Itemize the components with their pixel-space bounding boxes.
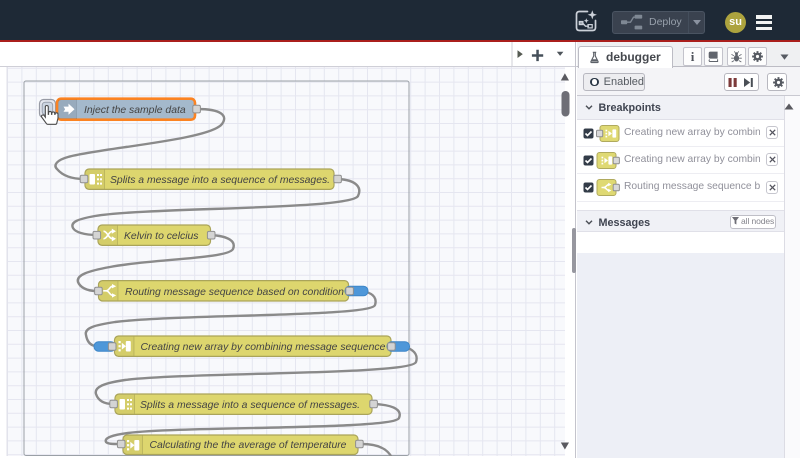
svg-text:Splits a message into a sequen: Splits a message into a sequence of mess… — [140, 400, 360, 411]
svg-text:Calculating the the average of: Calculating the the average of temperatu… — [150, 440, 347, 451]
svg-text:Splits a message into a sequen: Splits a message into a sequence of mess… — [110, 175, 330, 186]
svg-text:Routing message sequence based: Routing message sequence based on condit… — [125, 287, 344, 298]
svg-text:Inject the sample data: Inject the sample data — [84, 105, 186, 116]
svg-text:Creating new array by combinin: Creating new array by combining message … — [141, 342, 386, 353]
svg-text:Kelvin to celcius: Kelvin to celcius — [124, 231, 199, 242]
